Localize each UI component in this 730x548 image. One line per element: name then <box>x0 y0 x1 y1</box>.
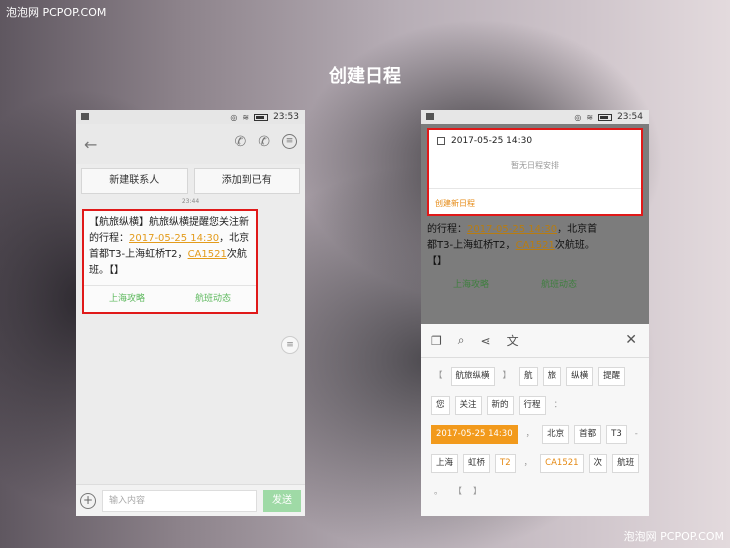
dimmed-actions: 上海攻略 航班动态 <box>427 272 603 298</box>
chip[interactable]: 上海 <box>431 453 459 473</box>
divider <box>429 188 641 189</box>
chip[interactable]: 提醒 <box>598 366 626 386</box>
phone-icon-2[interactable]: ✆ <box>258 134 270 150</box>
chip[interactable]: 虹桥 <box>463 453 491 473</box>
chip-row-3: 2017-05-25 14:30 ， 北京 首都 T3 - <box>431 424 639 444</box>
close-icon[interactable]: ✕ <box>625 332 637 348</box>
create-schedule-button[interactable]: 创建新日程 <box>435 198 475 209</box>
shanghai-guide-button[interactable]: 上海攻略 <box>84 286 170 312</box>
selection-toolbar: ❐ ⌕ ⋖ 文 ✕ <box>421 324 649 358</box>
message-input[interactable]: 输入内容 <box>102 489 257 512</box>
send-button[interactable]: 发送 <box>263 489 301 512</box>
dim-guide-label: 上海攻略 <box>452 280 489 290</box>
page-title: 创建日程 <box>329 66 401 87</box>
status-time: 23:53 <box>273 112 299 122</box>
menu-icon[interactable]: ≡ <box>282 134 297 149</box>
alarm-icon: ◎ <box>230 112 238 122</box>
translate-icon[interactable]: 文 <box>507 332 519 349</box>
dimmed-message: 的行程：2017-05-25 14:30，北京首都T3-上海虹桥T2，CA152… <box>427 222 603 270</box>
status-bar: ◎ ≋ 23:54 <box>421 110 649 124</box>
quick-menu-icon[interactable]: ≡ <box>281 336 299 354</box>
back-arrow-icon[interactable]: ← <box>84 135 97 154</box>
dim-date-link: 2017-05-25 14:30 <box>467 224 558 235</box>
phone-icon[interactable]: ✆ <box>235 134 247 150</box>
chip[interactable]: 】 <box>500 367 515 386</box>
chip[interactable]: ， <box>521 454 536 473</box>
flight-link[interactable]: CA1521 <box>188 249 227 260</box>
input-bar: + 输入内容 发送 <box>76 484 305 516</box>
chip[interactable]: CA1521 <box>540 453 584 473</box>
chip[interactable]: 】 <box>470 483 485 502</box>
chip-row-5: 。 【 】 <box>431 482 639 502</box>
text-selection-panel: ❐ ⌕ ⋖ 文 ✕ 【 航旅纵横 】 航 旅 纵横 提醒 您 关注 新的 行程 … <box>421 324 649 516</box>
search-icon[interactable]: ⌕ <box>458 333 465 348</box>
dim-flight-link: CA1521 <box>515 240 555 251</box>
chip[interactable]: 行程 <box>518 395 546 415</box>
chip-row-4: 上海 虹桥 T2 ， CA1521 次 航班 <box>431 453 640 473</box>
new-contact-button[interactable]: 新建联系人 <box>81 168 188 194</box>
add-to-existing-button[interactable]: 添加到已有 <box>193 168 300 194</box>
chip[interactable]: 航旅纵横 <box>450 366 495 386</box>
status-bar: ◎ ≋ 23:53 <box>76 110 305 124</box>
date-link[interactable]: 2017-05-25 14:30 <box>129 233 219 244</box>
chip[interactable]: 航 <box>519 366 538 386</box>
battery-icon <box>598 113 613 121</box>
chip[interactable]: T2 <box>495 453 516 473</box>
chip[interactable]: ： <box>551 396 566 415</box>
dim-flight-status-label: 航班动态 <box>540 280 577 290</box>
message-timestamp: 23:44 <box>181 198 200 205</box>
schedule-date: 2017-05-25 14:30 <box>451 136 533 146</box>
chip[interactable]: 旅 <box>542 366 562 386</box>
share-icon[interactable]: ⋖ <box>481 334 491 348</box>
chip[interactable]: 。 <box>431 483 446 502</box>
watermark-bottom: 泡泡网 PCPOP.COM <box>623 530 724 543</box>
dim-text: 的行程： <box>427 224 467 235</box>
schedule-popup: 2017-05-25 14:30 暂无日程安排 创建新日程 <box>427 128 643 216</box>
chip[interactable]: T3 <box>606 424 627 444</box>
chip[interactable]: 航班 <box>612 453 640 473</box>
chip[interactable]: 关注 <box>454 395 482 415</box>
wifi-icon: ≋ <box>586 112 594 122</box>
add-attachment-icon[interactable]: + <box>80 492 96 509</box>
battery-icon <box>254 113 269 121</box>
word-chips: 【 航旅纵横 】 航 旅 纵横 提醒 您 关注 新的 行程 ： 2017-05-… <box>421 358 649 502</box>
conversation-toolbar: ← ✆ ✆ ≡ <box>76 124 305 164</box>
no-schedule-text: 暂无日程安排 <box>511 161 559 170</box>
chip[interactable]: 【 <box>431 367 446 386</box>
chip[interactable]: 纵横 <box>566 366 594 386</box>
calendar-icon <box>437 137 445 145</box>
notification-icon <box>426 113 434 120</box>
alarm-icon: ◎ <box>574 112 582 122</box>
status-time: 23:54 <box>617 112 643 122</box>
notification-icon <box>81 113 89 120</box>
watermark-top: 泡泡网 PCPOP.COM <box>6 6 107 19</box>
chip-selected[interactable]: 2017-05-25 14:30 <box>431 424 518 444</box>
chip[interactable]: ， <box>523 425 538 444</box>
right-phone-screen: ◎ ≋ 23:54 的行程：2017-05-25 14:30，北京首都T3-上海… <box>421 110 649 516</box>
chip[interactable]: - <box>632 425 641 444</box>
chip[interactable]: 北京 <box>542 424 570 444</box>
sms-message-bubble: 【航旅纵横】航旅纵横提醒您关注新的行程：2017-05-25 14:30，北京首… <box>82 209 258 314</box>
left-phone-screen: ◎ ≋ 23:53 ← ✆ ✆ ≡ 新建联系人 添加到已有 23:44 【航旅纵… <box>76 110 305 516</box>
chip[interactable]: 【 <box>451 483 466 502</box>
chip[interactable]: 次 <box>588 453 608 473</box>
wifi-icon: ≋ <box>242 112 250 122</box>
chip[interactable]: 首都 <box>574 424 602 444</box>
copy-icon[interactable]: ❐ <box>431 334 442 348</box>
chip-row-2: 您 关注 新的 行程 ： <box>431 395 639 415</box>
chip-row-1: 【 航旅纵横 】 航 旅 纵横 提醒 <box>431 366 639 386</box>
chip[interactable]: 您 <box>431 395 450 415</box>
chip[interactable]: 新的 <box>486 395 514 415</box>
flight-status-button[interactable]: 航班动态 <box>170 286 256 312</box>
